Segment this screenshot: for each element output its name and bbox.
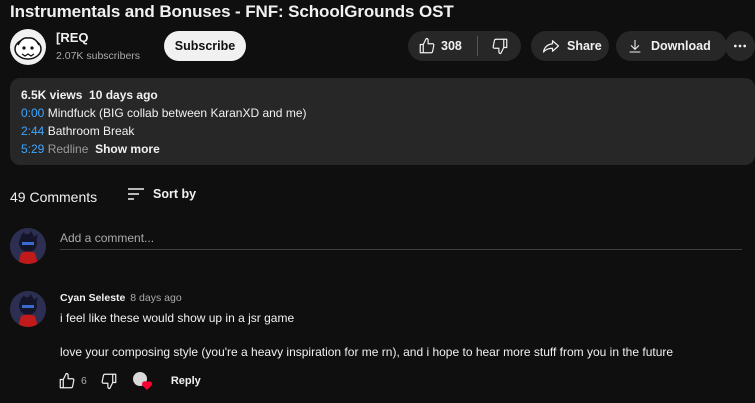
show-more-link[interactable]: Show more (95, 142, 160, 156)
sort-label: Sort by (153, 187, 197, 201)
sort-icon (127, 186, 145, 202)
thumbs-down-icon (101, 373, 117, 390)
comment-like-button[interactable] (58, 372, 76, 390)
sort-button[interactable]: Sort by (127, 186, 196, 202)
channel-name[interactable]: [REQ (56, 30, 89, 45)
like-dislike-group: 308 (408, 31, 521, 61)
timestamp-link[interactable]: 0:00 (21, 106, 44, 120)
comment-text: i feel like these would show up in a jsr… (60, 311, 295, 325)
add-comment-input[interactable]: Add a comment... (60, 229, 742, 250)
download-label: Download (651, 39, 711, 53)
comment-text: love your composing style (you're a heav… (60, 345, 674, 359)
comment-dislike-button[interactable] (100, 372, 118, 390)
channel-avatar[interactable] (10, 29, 46, 65)
subscribe-button[interactable]: Subscribe (164, 31, 246, 61)
description-line: 0:00 Mindfuck (BIG collab between KaranX… (21, 104, 744, 122)
description-line: 2:44 Bathroom Break (21, 122, 744, 140)
more-horizontal-icon (732, 38, 748, 54)
channel-row: [REQ 2.07K subscribers Subscribe 308 Sha… (10, 28, 755, 66)
share-label: Share (567, 39, 602, 53)
download-button[interactable]: Download (616, 31, 727, 61)
upload-date: 10 days ago (89, 88, 158, 102)
comment-author[interactable]: Cyan Seleste (60, 292, 125, 304)
thumbs-up-icon (418, 37, 436, 55)
comment-time[interactable]: 8 days ago (130, 292, 181, 304)
thumbs-down-icon (491, 37, 509, 55)
like-button[interactable]: 308 (408, 31, 477, 61)
timestamp-link[interactable]: 5:29 (21, 142, 44, 156)
comment-item: Cyan Seleste 8 days ago i feel like thes… (10, 290, 745, 400)
comment-actions: 6 Reply (58, 371, 201, 391)
view-count: 6.5K views (21, 88, 83, 102)
thumbs-up-icon (59, 372, 75, 389)
timestamp-link[interactable]: 2:44 (21, 124, 44, 138)
heart-icon (141, 381, 152, 390)
add-comment-row: Add a comment... (10, 228, 745, 264)
description-line-text: Redline (44, 142, 89, 156)
share-button[interactable]: Share (531, 31, 609, 61)
more-actions-button[interactable] (725, 31, 755, 61)
video-title: Instrumentals and Bonuses - FNF: SchoolG… (10, 2, 454, 21)
reply-button[interactable]: Reply (171, 375, 201, 387)
comments-header: 49 Comments Sort by (10, 186, 410, 208)
like-count: 308 (441, 39, 462, 53)
description-meta: 6.5K views 10 days ago (21, 86, 744, 104)
share-arrow-icon (542, 37, 560, 55)
comment-author-line: Cyan Seleste 8 days ago (60, 292, 182, 304)
description-box[interactable]: 6.5K views 10 days ago 0:00 Mindfuck (BI… (10, 78, 755, 165)
user-avatar (10, 228, 46, 264)
dislike-button[interactable] (478, 31, 521, 61)
commenter-avatar[interactable] (10, 291, 46, 327)
comment-count: 49 Comments (10, 189, 98, 205)
description-line-text: Mindfuck (BIG collab between KaranXD and… (44, 106, 307, 120)
creator-heart (132, 371, 154, 391)
download-icon (627, 38, 643, 54)
description-line-text: Bathroom Break (44, 124, 135, 138)
subscriber-count: 2.07K subscribers (56, 50, 141, 62)
comment-like-count: 6 (81, 375, 87, 387)
description-line: 5:29 Redline Show more (21, 140, 744, 158)
